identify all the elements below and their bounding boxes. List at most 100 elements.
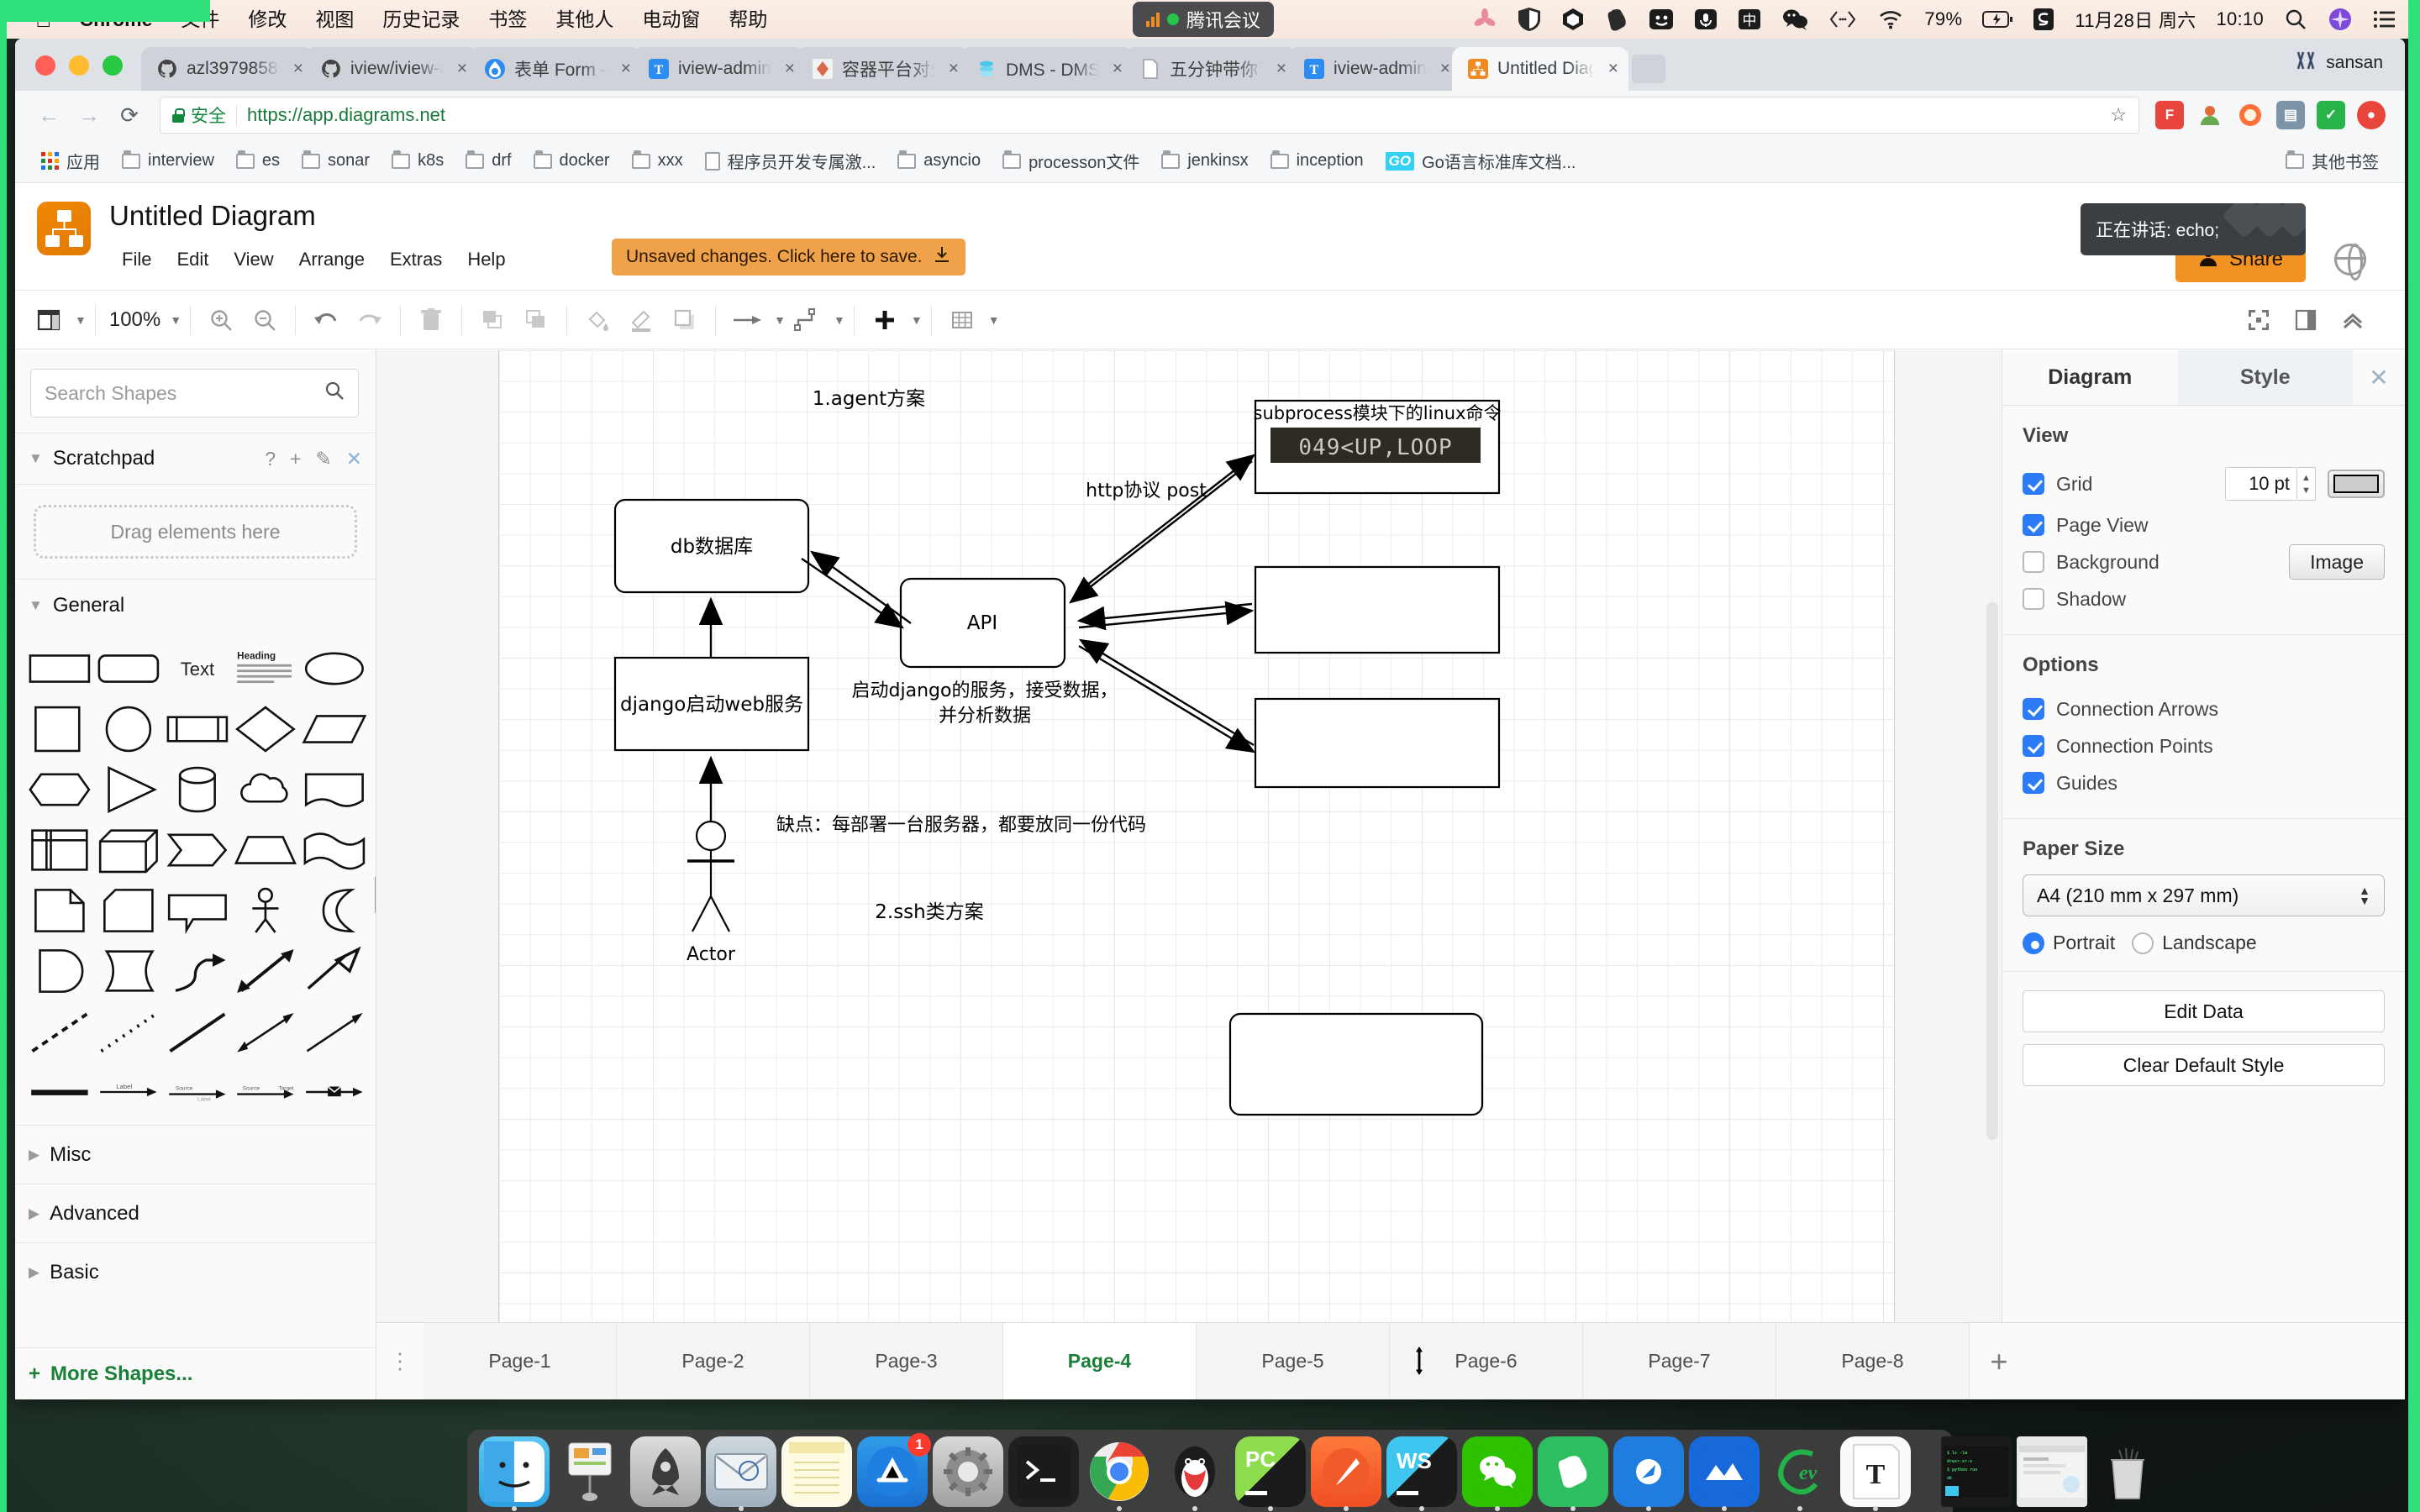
line-source-label-target[interactable]: Source Target — [233, 1066, 298, 1118]
smiley-app-icon[interactable] — [1639, 0, 1684, 39]
browser-tab-1[interactable]: azl397985856 × — [141, 47, 313, 91]
tab-style[interactable]: Style — [2177, 350, 2353, 405]
chevron-down-icon[interactable]: ▼ — [834, 313, 845, 327]
scratchpad-header[interactable]: ▼ Scratchpad ? + ✎ ✕ — [15, 433, 376, 485]
guides-checkbox[interactable] — [2023, 772, 2044, 794]
bookmark-golang-docs[interactable]: GO Go语言标准库文档... — [1375, 145, 1587, 177]
shape-table[interactable] — [27, 824, 92, 876]
line-with-label[interactable]: Label — [96, 1066, 161, 1118]
shape-curved-arrow[interactable] — [165, 945, 230, 997]
dock-cev-icon[interactable]: ev — [1765, 1436, 1835, 1511]
connection-arrows-checkbox[interactable] — [2023, 698, 2044, 720]
bookmark-other[interactable]: 其他书签 — [2275, 145, 2390, 177]
browser-tab-7[interactable]: 五分钟带你了解 × — [1124, 47, 1297, 91]
siri-icon[interactable] — [2317, 0, 2363, 39]
new-tab-button[interactable] — [1620, 47, 1677, 91]
line-arrow[interactable] — [302, 1005, 367, 1058]
search-icon[interactable] — [324, 381, 345, 406]
waypoints-icon[interactable] — [786, 298, 829, 342]
edge-db-api[interactable] — [801, 558, 904, 629]
grid-color-swatch[interactable] — [2328, 470, 2385, 498]
chevron-right-icon[interactable]: ▶ — [29, 1264, 39, 1281]
node-box2[interactable] — [1254, 565, 1501, 654]
page-tab-4[interactable]: Page-4 — [1003, 1323, 1197, 1399]
page-tab-6[interactable]: Page-6 — [1390, 1323, 1583, 1399]
line-plain[interactable] — [165, 1005, 230, 1058]
landscape-radio[interactable] — [2132, 932, 2154, 954]
zoom-in-icon[interactable] — [199, 298, 243, 342]
chevron-down-icon[interactable]: ▼ — [170, 313, 182, 327]
undo-icon[interactable] — [304, 298, 348, 342]
menu-item-help[interactable]: 帮助 — [714, 0, 781, 39]
dock-mail-icon[interactable] — [706, 1436, 776, 1511]
site-security-indicator[interactable]: 安全 — [172, 102, 226, 128]
shape-document[interactable] — [302, 764, 367, 816]
spotlight-search-icon[interactable] — [2274, 0, 2317, 39]
page-menu-icon[interactable]: ⋮ — [376, 1323, 424, 1399]
browser-tab-5[interactable]: 容器平台对外接口 × — [797, 47, 969, 91]
dock-minimized-terminal[interactable]: $ ls -la drwxr-xr-x $ python run ok — [1941, 1436, 2012, 1507]
dock-mountain-icon[interactable] — [1689, 1436, 1760, 1511]
forward-button[interactable]: → — [69, 95, 109, 135]
input-method-icon[interactable]: 中 — [1728, 0, 1771, 39]
control-center-icon[interactable] — [2363, 0, 2407, 39]
add-icon[interactable]: + — [290, 448, 301, 470]
bookmark-sonar[interactable]: sonar — [291, 145, 381, 177]
table-icon[interactable] — [940, 298, 984, 342]
shape-hexagon[interactable] — [27, 764, 92, 816]
shape-heading[interactable]: Heading — [233, 643, 298, 695]
close-icon[interactable]: × — [1435, 59, 1450, 79]
background-image-button[interactable]: Image — [2289, 544, 2385, 580]
extension-icon-3[interactable] — [2230, 95, 2270, 135]
grid-size-input[interactable]: 10 pt — [2225, 467, 2297, 501]
zoom-out-icon[interactable] — [243, 298, 287, 342]
dock-qq-icon[interactable] — [1160, 1436, 1230, 1511]
shape-square[interactable] — [27, 703, 92, 755]
close-icon[interactable]: × — [944, 59, 959, 79]
shape-rounded-rectangle[interactable] — [96, 643, 161, 695]
shape-cylinder[interactable] — [165, 764, 230, 816]
insert-icon[interactable] — [863, 298, 907, 342]
close-icon[interactable]: ✕ — [2353, 350, 2405, 405]
arrow-style-icon[interactable] — [724, 298, 770, 342]
chevron-right-icon[interactable]: ▶ — [29, 1147, 39, 1163]
wechat-icon[interactable] — [1771, 0, 1818, 39]
dock-webstorm-icon[interactable]: WS — [1386, 1436, 1457, 1511]
bookmark-asyncio[interactable]: asyncio — [886, 145, 992, 177]
section-misc-header[interactable]: ▶ Misc — [15, 1125, 376, 1184]
page-tab-5[interactable]: Page-5 — [1197, 1323, 1390, 1399]
menu-item-bookmarks[interactable]: 书签 — [474, 0, 541, 39]
paper-size-select[interactable]: A4 (210 mm x 297 mm) ▲ ▼ — [2023, 874, 2385, 916]
extension-icon-6[interactable]: ● — [2351, 95, 2391, 135]
shape-or[interactable] — [302, 885, 367, 937]
bookmark-docker[interactable]: docker — [523, 145, 621, 177]
bookmark-inception[interactable]: inception — [1260, 145, 1375, 177]
grid-checkbox[interactable] — [2023, 473, 2044, 495]
browser-tab-6[interactable]: DMS - DMS企业版 × — [960, 47, 1133, 91]
shape-card[interactable] — [96, 885, 161, 937]
back-button[interactable]: ← — [29, 95, 69, 135]
menu-item-people[interactable]: 其他人 — [541, 0, 628, 39]
view-layout-icon[interactable] — [27, 298, 71, 342]
menu-help[interactable]: Help — [455, 244, 518, 276]
bookmark-drf[interactable]: drf — [455, 145, 522, 177]
menu-extras[interactable]: Extras — [377, 244, 455, 276]
shape-cloud[interactable] — [233, 764, 298, 816]
shape-triangle[interactable] — [96, 764, 161, 816]
reload-button[interactable]: ⟳ — [109, 95, 150, 135]
bookmark-apps[interactable]: 应用 — [30, 145, 111, 177]
to-front-icon[interactable] — [471, 298, 514, 342]
delete-icon[interactable] — [409, 298, 453, 342]
close-icon[interactable]: × — [452, 59, 467, 79]
shape-actor[interactable] — [233, 885, 298, 937]
portrait-radio[interactable] — [2023, 932, 2044, 954]
browser-tab-3[interactable]: 表单 Form - iView × — [469, 47, 641, 91]
node-box3[interactable] — [1254, 697, 1501, 789]
diagram-page[interactable]: db数据库 django启动web服务 API Actor 1.agent方案 … — [499, 350, 1894, 1341]
shape-double-arrow[interactable] — [233, 945, 298, 997]
dock-appstore-icon[interactable]: 1 — [857, 1433, 931, 1507]
extension-icon-2[interactable] — [2190, 95, 2230, 135]
shield-vpn-icon[interactable] — [1507, 0, 1551, 39]
dock-trash-icon[interactable] — [2092, 1436, 2163, 1507]
more-shapes-button[interactable]: + More Shapes... — [15, 1347, 376, 1399]
